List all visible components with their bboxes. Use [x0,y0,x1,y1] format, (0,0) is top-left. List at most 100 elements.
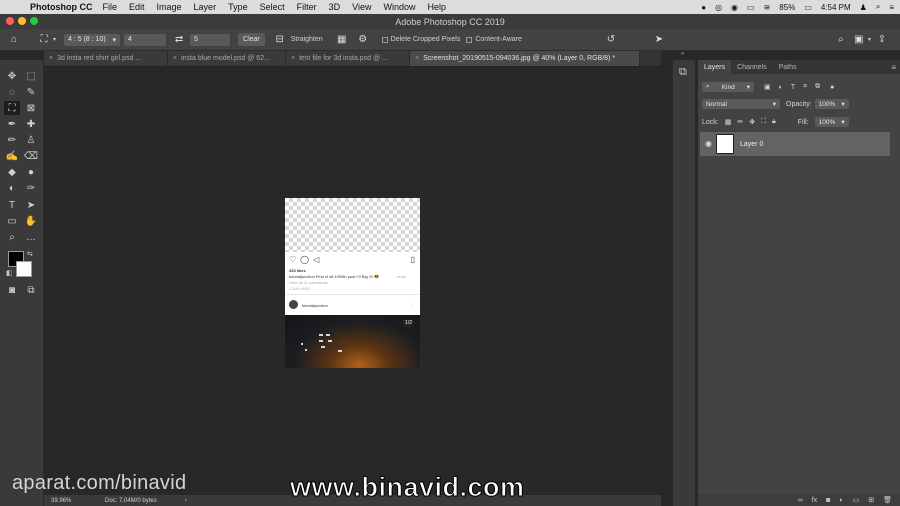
new-layer-icon[interactable]: ⊞ [868,496,874,504]
straighten-button[interactable]: Straighten [291,36,323,43]
menu-window[interactable]: Window [383,2,415,12]
crop-width-input[interactable]: 4 [124,33,167,46]
menu-image[interactable]: Image [157,2,182,12]
tab-channels[interactable]: Channels [731,60,773,74]
hand-tool-icon[interactable]: ✋ [23,214,39,228]
app-menu[interactable]: Photoshop CC [30,2,93,12]
clone-stamp-tool-icon[interactable]: ♙ [23,133,39,147]
crop-tool-preset-icon[interactable]: ⛶ [35,31,53,49]
quick-selection-tool-icon[interactable]: ✎ [23,85,39,99]
creative-cloud-icon[interactable]: ◎ [715,3,722,12]
document-tab[interactable]: × insta blue model.psd @ 62... [168,51,286,66]
layer-mask-icon[interactable]: ◙ [826,497,830,504]
chevron-down-icon[interactable]: ▾ [53,36,56,43]
crop-height-input[interactable]: 5 [190,33,231,46]
airplay-icon[interactable]: ▭ [747,3,755,12]
filter-adjustment-icon[interactable]: ◐ [779,84,783,91]
lock-position-icon[interactable]: ✥ [749,118,755,126]
menu-file[interactable]: File [103,2,118,12]
filter-shape-icon[interactable]: ⌗ [803,83,807,91]
crop-tool-icon[interactable]: ⛶ [4,101,20,115]
zoom-tool-icon[interactable]: ⌕ [4,230,20,244]
pen-tool-icon[interactable]: ✑ [23,181,39,195]
swap-colors-icon[interactable]: ⇆ [27,250,33,258]
lasso-tool-icon[interactable]: ◌ [4,85,20,99]
history-brush-tool-icon[interactable]: ✍ [4,149,20,163]
workspace-icon[interactable]: ▣ [850,31,868,49]
canvas-area[interactable]: ♡ ◯ ◁ ▯ 333 likes tutorialjunction First… [44,67,661,495]
background-color-swatch[interactable] [16,261,32,277]
reset-icon[interactable]: ↺ [602,31,620,49]
trash-icon[interactable]: 🗑︎ [883,496,892,504]
status-circle-icon[interactable]: ◉ [731,3,738,12]
delete-cropped-pixels-checkbox[interactable]: Delete Cropped Pixels [381,36,460,43]
spotlight-icon[interactable]: ⌕ [876,2,880,12]
more-tools-icon[interactable]: … [23,230,39,244]
menu-help[interactable]: Help [427,2,446,12]
battery-icon[interactable]: ▭ [804,3,812,12]
screen-mode-icon[interactable]: ⧉ [23,283,39,297]
menu-select[interactable]: Select [260,2,285,12]
eraser-tool-icon[interactable]: ⌫ [23,149,39,163]
collapse-arrows-icon[interactable]: « [681,51,684,57]
dodge-tool-icon[interactable]: ◐ [4,181,20,195]
layer-name[interactable]: Layer 0 [740,141,763,148]
rectangle-tool-icon[interactable]: ▭ [4,214,20,228]
lock-image-icon[interactable]: ✏ [737,118,743,126]
close-tab-icon[interactable]: × [49,55,53,62]
menu-edit[interactable]: Edit [129,2,145,12]
menu-view[interactable]: View [352,2,371,12]
fill-input[interactable]: 100% ▾ [814,117,849,127]
properties-panel-icon[interactable]: ⧉ [679,66,687,79]
layer-row[interactable]: ◉ Layer 0 [700,132,890,156]
zoom-level[interactable]: 39.96% [51,498,101,504]
tab-paths[interactable]: Paths [773,60,803,74]
brush-tool-icon[interactable]: ✏ [4,133,20,147]
layer-filter-select[interactable]: ⌕ Kind ▾ [702,82,754,92]
overlay-grid-icon[interactable]: ▦ [333,31,351,49]
home-icon[interactable]: ⌂ [5,31,23,49]
clear-button[interactable]: Clear [238,33,265,46]
notification-center-icon[interactable]: ≡ [889,3,894,12]
document-tab-active[interactable]: × Screenshot_20190515-094036.jpg @ 40% (L… [410,51,640,66]
eyedropper-tool-icon[interactable]: ✒ [4,117,20,131]
marquee-tool-icon[interactable]: ⬚ [23,69,39,83]
close-tab-icon[interactable]: × [291,55,295,62]
status-app-icon[interactable]: ● [701,3,706,12]
chevron-down-icon[interactable]: ▾ [868,36,871,43]
menu-filter[interactable]: Filter [297,2,317,12]
paint-bucket-tool-icon[interactable]: ◆ [4,165,20,179]
filter-toggle-icon[interactable]: ● [830,84,834,91]
search-icon[interactable]: ⌕ [832,31,850,49]
gear-icon[interactable]: ⚙ [354,31,372,49]
default-colors-icon[interactable]: ◧ [6,269,13,277]
tab-layers[interactable]: Layers [698,60,732,74]
filter-smart-object-icon[interactable]: ⧉ [815,83,820,91]
blend-mode-select[interactable]: Normal ▾ [702,99,780,109]
opacity-input[interactable]: 100% ▾ [814,99,849,109]
chevron-right-icon[interactable]: › [185,498,187,504]
wifi-icon[interactable]: ≋ [764,3,771,12]
move-tool-icon[interactable]: ✥ [4,69,20,83]
lock-artboard-icon[interactable]: ⛶ [761,118,766,126]
user-icon[interactable]: ♟ [860,3,867,12]
zoom-window-icon[interactable] [30,17,38,25]
close-tab-icon[interactable]: × [415,55,419,62]
visibility-eye-icon[interactable]: ◉ [705,139,712,148]
layer-effects-icon[interactable]: fx [812,497,817,504]
filter-type-icon[interactable]: T [791,84,795,91]
lock-transparent-icon[interactable]: ▦ [725,118,732,126]
menu-layer[interactable]: Layer [194,2,217,12]
path-selection-tool-icon[interactable]: ➤ [23,198,39,212]
share-icon[interactable]: ⇪ [873,31,891,49]
filter-pixel-icon[interactable]: ▣ [764,83,771,91]
blur-tool-icon[interactable]: ● [23,165,39,179]
lock-all-icon[interactable]: 🔒︎ [772,118,776,126]
document-tab[interactable]: × 3d insta red shirt girl.psd ... [44,51,168,66]
swap-dimensions-icon[interactable]: ⇄ [170,31,188,49]
menu-type[interactable]: Type [228,2,248,12]
straighten-icon[interactable]: ⊟ [271,31,289,49]
close-tab-icon[interactable]: × [173,55,177,62]
healing-brush-tool-icon[interactable]: ✚ [23,117,39,131]
document-image[interactable]: ♡ ◯ ◁ ▯ 333 likes tutorialjunction First… [285,198,420,368]
